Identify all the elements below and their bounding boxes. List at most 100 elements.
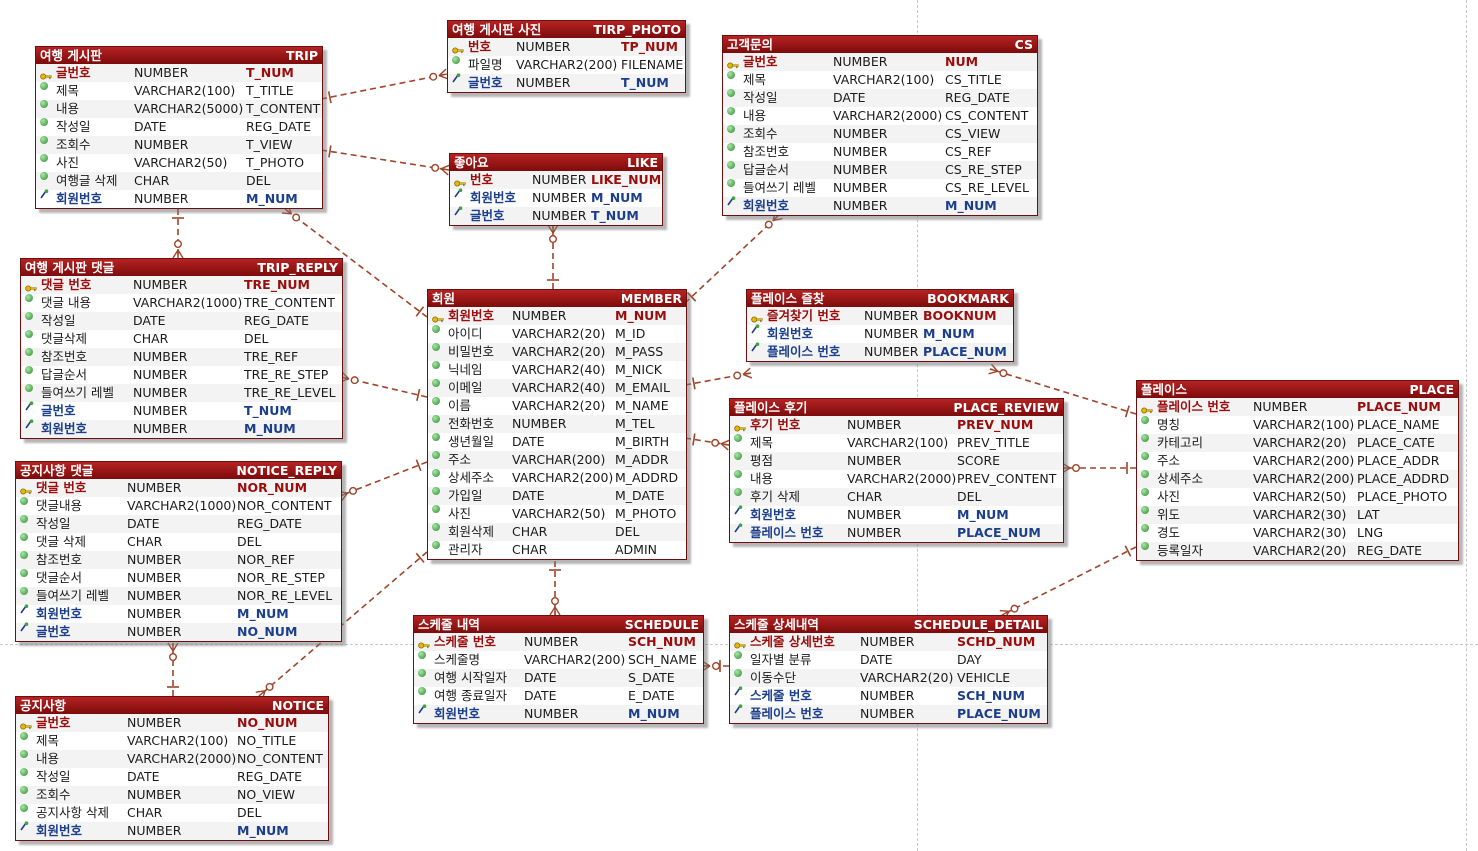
column-row[interactable]: 여행글 삭제 CHAR DEL (36, 172, 322, 190)
column-row[interactable]: 댓글 번호 NUMBER TRE_NUM (21, 276, 342, 294)
column-row[interactable]: 글번호 NUMBER NUM (723, 53, 1037, 71)
column-row[interactable]: 후기 번호 NUMBER PREV_NUM (730, 416, 1063, 434)
table-header[interactable]: 스케줄 상세내역 SCHEDULE_DETAIL (730, 616, 1047, 633)
column-row[interactable]: 제목 VARCHAR2(100) PREV_TITLE (730, 434, 1063, 452)
column-row[interactable]: 관리자 CHAR ADMIN (428, 541, 686, 559)
table-header[interactable]: 회원 MEMBER (428, 290, 686, 307)
column-row[interactable]: 즐겨찾기 번호 NUMBER BOOKNUM (747, 307, 1013, 325)
column-row[interactable]: 참조번호 NUMBER TRE_REF (21, 348, 342, 366)
column-row[interactable]: 등록일자 VARCHAR2(20) REG_DATE (1137, 542, 1458, 560)
table-header[interactable]: 스케줄 내역 SCHEDULE (414, 616, 703, 633)
column-row[interactable]: 스케줄 상세번호 NUMBER SCHD_NUM (730, 633, 1047, 651)
column-row[interactable]: 상세주소 VARCHAR2(200) PLACE_ADDRD (1137, 470, 1458, 488)
column-row[interactable]: 명칭 VARCHAR2(100) PLACE_NAME (1137, 416, 1458, 434)
column-row[interactable]: 글번호 NUMBER T_NUM (450, 206, 662, 225)
table-header[interactable]: 여행 게시판 TRIP (36, 47, 322, 64)
column-row[interactable]: 글번호 NUMBER T_NUM (448, 73, 685, 92)
column-row[interactable]: 생년월일 DATE M_BIRTH (428, 433, 686, 451)
column-row[interactable]: 플레이스 번호 NUMBER PLACE_NUM (1137, 398, 1458, 416)
column-row[interactable]: 아이디 VARCHAR2(20) M_ID (428, 325, 686, 343)
table-like[interactable]: 좋아요 LIKE 번호 NUMBER LIKE_NUM 회원번호 NUMBER M_NUM 글번… (449, 153, 663, 226)
table-trip-reply[interactable]: 여행 게시판 댓글 TRIP_REPLY 댓글 번호 NUMBER TRE_NUM 댓글 … (20, 258, 343, 439)
column-row[interactable]: 내용 VARCHAR2(2000) NO_CONTENT (16, 750, 328, 768)
column-row[interactable]: 회원삭제 CHAR DEL (428, 523, 686, 541)
table-header[interactable]: 좋아요 LIKE (450, 154, 662, 171)
column-row[interactable]: 작성일 DATE REG_DATE (723, 89, 1037, 107)
table-schedule-detail[interactable]: 스케줄 상세내역 SCHEDULE_DETAIL 스케줄 상세번호 NUMBER SCH… (729, 615, 1048, 724)
column-row[interactable]: 스케줄 번호 NUMBER SCH_NUM (730, 686, 1047, 705)
column-row[interactable]: 경도 VARCHAR2(30) LNG (1137, 524, 1458, 542)
column-row[interactable]: 평점 NUMBER SCORE (730, 452, 1063, 470)
column-row[interactable]: 글번호 NUMBER NO_NUM (16, 622, 341, 641)
column-row[interactable]: 회원번호 NUMBER M_NUM (16, 604, 341, 623)
column-row[interactable]: 댓글순서 NUMBER NOR_RE_STEP (16, 569, 341, 587)
column-row[interactable]: 작성일 DATE REG_DATE (16, 768, 328, 786)
table-trip-photo[interactable]: 여행 게시판 사진 TIRP_PHOTO 번호 NUMBER TP_NUM 파일명 VARC… (447, 20, 686, 93)
column-row[interactable]: 이름 VARCHAR2(20) M_NAME (428, 397, 686, 415)
column-row[interactable]: 닉네임 VARCHAR2(40) M_NICK (428, 361, 686, 379)
column-row[interactable]: 상세주소 VARCHAR2(200) M_ADDRD (428, 469, 686, 487)
column-row[interactable]: 글번호 NUMBER T_NUM (36, 64, 322, 82)
column-row[interactable]: 들여쓰기 레벨 NUMBER CS_RE_LEVEL (723, 179, 1037, 197)
column-row[interactable]: 사진 VARCHAR2(50) M_PHOTO (428, 505, 686, 523)
table-member[interactable]: 회원 MEMBER 회원번호 NUMBER M_NUM 아이디 VARCHAR2(20) M_… (427, 289, 687, 560)
column-row[interactable]: 회원번호 NUMBER M_NUM (21, 419, 342, 438)
column-row[interactable]: 조회수 NUMBER T_VIEW (36, 136, 322, 154)
table-bookmark[interactable]: 플레이스 즐찾 BOOKMARK 즐겨찾기 번호 NUMBER BOOKNUM 회원번호 N… (746, 289, 1014, 362)
column-row[interactable]: 주소 VARCHAR2(200) PLACE_ADDR (1137, 452, 1458, 470)
column-row[interactable]: 공지사항 삭제 CHAR DEL (16, 804, 328, 822)
column-row[interactable]: 회원번호 NUMBER M_NUM (747, 324, 1013, 343)
column-row[interactable]: 조회수 NUMBER CS_VIEW (723, 125, 1037, 143)
column-row[interactable]: 가입일 DATE M_DATE (428, 487, 686, 505)
column-row[interactable]: 답글순서 NUMBER TRE_RE_STEP (21, 366, 342, 384)
column-row[interactable]: 스케줄명 VARCHAR2(200) SCH_NAME (414, 651, 703, 669)
column-row[interactable]: 번호 NUMBER LIKE_NUM (450, 171, 662, 189)
column-row[interactable]: 전화번호 NUMBER M_TEL (428, 415, 686, 433)
column-row[interactable]: 비밀번호 VARCHAR2(20) M_PASS (428, 343, 686, 361)
column-row[interactable]: 플레이스 번호 NUMBER PLACE_NUM (730, 523, 1063, 542)
column-row[interactable]: 참조번호 NUMBER CS_REF (723, 143, 1037, 161)
column-row[interactable]: 댓글삭제 CHAR DEL (21, 330, 342, 348)
table-place-review[interactable]: 플레이스 후기 PLACE_REVIEW 후기 번호 NUMBER PREV_NUM 제목… (729, 398, 1064, 543)
column-row[interactable]: 제목 VARCHAR2(100) NO_TITLE (16, 732, 328, 750)
column-row[interactable]: 답글순서 NUMBER CS_RE_STEP (723, 161, 1037, 179)
column-row[interactable]: 여행 시작일자 DATE S_DATE (414, 669, 703, 687)
column-row[interactable]: 위도 VARCHAR2(30) LAT (1137, 506, 1458, 524)
column-row[interactable]: 댓글내용 VARCHAR2(1000) NOR_CONTENT (16, 497, 341, 515)
table-notice[interactable]: 공지사항 NOTICE 글번호 NUMBER NO_NUM 제목 VARCHAR2(100)… (15, 696, 329, 841)
column-row[interactable]: 플레이스 번호 NUMBER PLACE_NUM (747, 342, 1013, 361)
column-row[interactable]: 들여쓰기 레벨 NUMBER TRE_RE_LEVEL (21, 384, 342, 402)
column-row[interactable]: 글번호 NUMBER NO_NUM (16, 714, 328, 732)
table-place[interactable]: 플레이스 PLACE 플레이스 번호 NUMBER PLACE_NUM 명칭 VARCHAR… (1136, 380, 1459, 561)
column-row[interactable]: 플레이스 번호 NUMBER PLACE_NUM (730, 704, 1047, 723)
column-row[interactable]: 번호 NUMBER TP_NUM (448, 38, 685, 56)
column-row[interactable]: 회원번호 NUMBER M_NUM (450, 188, 662, 207)
table-notice-reply[interactable]: 공지사항 댓글 NOTICE_REPLY 댓글 번호 NUMBER NOR_NUM 댓글내… (15, 461, 342, 642)
column-row[interactable]: 회원번호 NUMBER M_NUM (723, 196, 1037, 215)
column-row[interactable]: 회원번호 NUMBER M_NUM (16, 821, 328, 840)
table-cs[interactable]: 고객문의 CS 글번호 NUMBER NUM 제목 VARCHAR2(100) CS_TITL… (722, 35, 1038, 216)
column-row[interactable]: 후기 삭제 CHAR DEL (730, 488, 1063, 506)
table-header[interactable]: 공지사항 NOTICE (16, 697, 328, 714)
column-row[interactable]: 카테고리 VARCHAR2(20) PLACE_CATE (1137, 434, 1458, 452)
column-row[interactable]: 스케줄 번호 NUMBER SCH_NUM (414, 633, 703, 651)
table-trip[interactable]: 여행 게시판 TRIP 글번호 NUMBER T_NUM 제목 VARCHAR2(100) T… (35, 46, 323, 209)
column-row[interactable]: 이동수단 VARCHAR2(20) VEHICLE (730, 669, 1047, 687)
column-row[interactable]: 사진 VARCHAR2(50) PLACE_PHOTO (1137, 488, 1458, 506)
column-row[interactable]: 작성일 DATE REG_DATE (16, 515, 341, 533)
column-row[interactable]: 글번호 NUMBER T_NUM (21, 401, 342, 420)
column-row[interactable]: 댓글 내용 VARCHAR2(1000) TRE_CONTENT (21, 294, 342, 312)
table-header[interactable]: 공지사항 댓글 NOTICE_REPLY (16, 462, 341, 479)
column-row[interactable]: 회원번호 NUMBER M_NUM (36, 189, 322, 208)
column-row[interactable]: 여행 종료일자 DATE E_DATE (414, 687, 703, 705)
column-row[interactable]: 댓글 삭제 CHAR DEL (16, 533, 341, 551)
column-row[interactable]: 파일명 VARCHAR2(200) FILENAME (448, 56, 685, 74)
table-header[interactable]: 고객문의 CS (723, 36, 1037, 53)
column-row[interactable]: 내용 VARCHAR2(5000) T_CONTENT (36, 100, 322, 118)
column-row[interactable]: 일자별 분류 DATE DAY (730, 651, 1047, 669)
column-row[interactable]: 제목 VARCHAR2(100) T_TITLE (36, 82, 322, 100)
column-row[interactable]: 작성일 DATE REG_DATE (21, 312, 342, 330)
column-row[interactable]: 들여쓰기 레벨 NUMBER NOR_RE_LEVEL (16, 587, 341, 605)
column-row[interactable]: 제목 VARCHAR2(100) CS_TITLE (723, 71, 1037, 89)
column-row[interactable]: 회원번호 NUMBER M_NUM (414, 704, 703, 723)
